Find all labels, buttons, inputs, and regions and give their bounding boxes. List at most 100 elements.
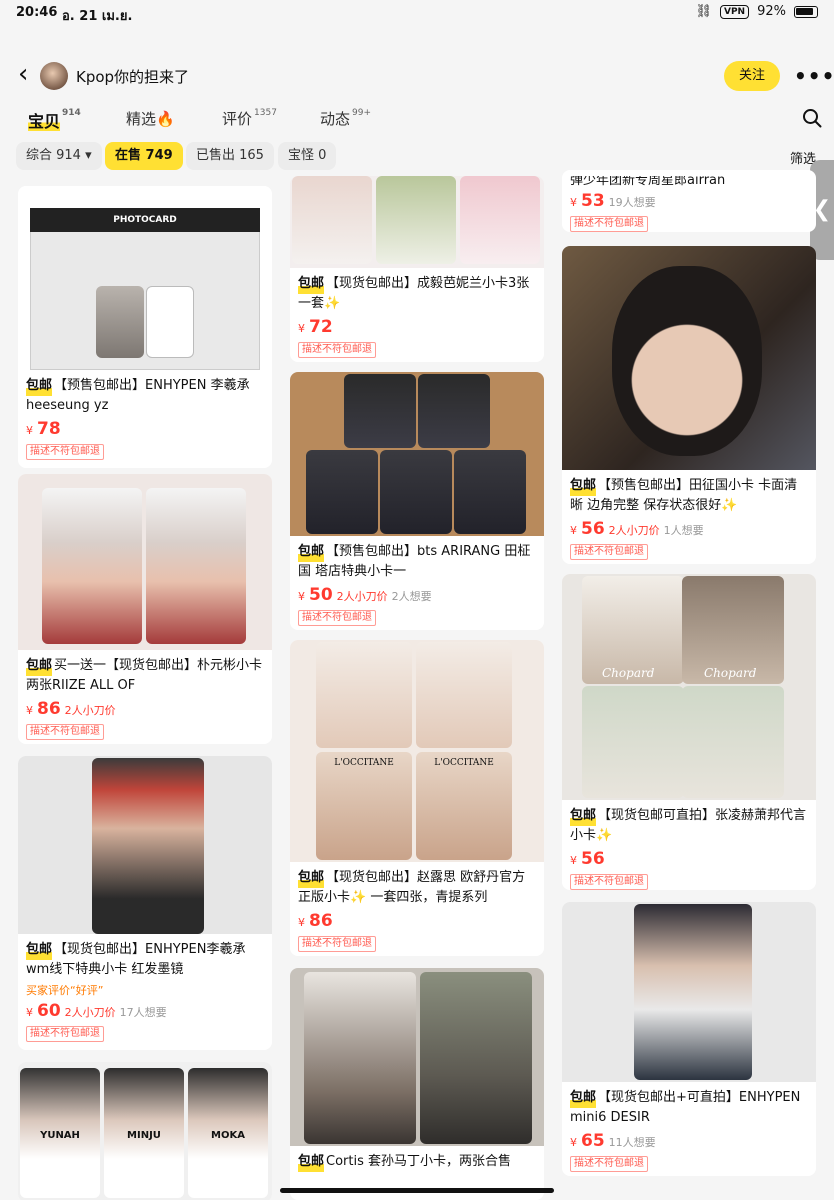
shop-title[interactable]: Kpop你的担来了 bbox=[76, 66, 189, 87]
product-image: YUNAH MINJU MOKA bbox=[18, 1062, 272, 1200]
free-shipping-tag: 包邮 bbox=[26, 656, 53, 676]
product-card[interactable]: 包邮 【预售包邮出】田征国小卡 卡面清晰 边角完整 保存状态很好✨ ¥56 2人小刀… bbox=[562, 246, 816, 564]
product-card[interactable]: YUNAH MINJU MOKA bbox=[18, 1062, 272, 1200]
product-price: 50 bbox=[309, 585, 333, 605]
return-notice: 描述不符包邮退 bbox=[570, 1156, 648, 1172]
card-label: YUNAH bbox=[40, 1130, 80, 1141]
want-count: 19人想要 bbox=[608, 196, 656, 209]
bargain-count: 2人小刀价 bbox=[64, 1006, 116, 1019]
tab-bar: 宝贝 914 精选🔥 评价 1357 动态 99+ bbox=[0, 104, 834, 136]
photocard-label: PHOTOCARD bbox=[30, 208, 260, 232]
want-count: 11人想要 bbox=[608, 1136, 656, 1149]
product-card[interactable]: PHOTOCARD 包邮 【预售包邮出】ENHYPEN 李羲承 heeseung … bbox=[18, 186, 272, 468]
product-image bbox=[562, 902, 816, 1082]
return-notice: 描述不符包邮退 bbox=[298, 610, 376, 626]
product-title: 【预售包邮出】bts ARIRANG 田柾国 塔店特典小卡一 bbox=[298, 544, 531, 579]
tab-items[interactable]: 宝贝 914 bbox=[28, 108, 81, 132]
more-icon[interactable]: ••• bbox=[794, 64, 834, 88]
product-image bbox=[18, 474, 272, 650]
product-card[interactable]: 包邮 【现货包邮出】ENHYPEN李羲承wm线下特典小卡 红发墨镜 买家评价“好评… bbox=[18, 756, 272, 1050]
product-card[interactable]: 包邮 Cortis 套孙马丁小卡，两张合售 bbox=[290, 968, 544, 1200]
free-shipping-tag: 包邮 bbox=[298, 274, 325, 294]
filter-sold[interactable]: 已售出 165 bbox=[186, 142, 274, 170]
want-count: 17人想要 bbox=[119, 1006, 167, 1019]
battery-percent: 92% bbox=[757, 4, 786, 19]
battery-icon bbox=[794, 5, 818, 18]
buyer-review: 买家评价“好评” bbox=[26, 984, 104, 997]
return-notice: 描述不符包邮退 bbox=[26, 1026, 104, 1042]
product-price: 56 bbox=[581, 849, 605, 869]
free-shipping-tag: 包邮 bbox=[570, 1088, 597, 1108]
follow-button[interactable]: 关注 bbox=[724, 61, 780, 91]
product-price: 72 bbox=[309, 317, 333, 337]
home-indicator[interactable] bbox=[280, 1188, 554, 1193]
product-card[interactable]: 包邮 【预售包邮出】bts ARIRANG 田柾国 塔店特典小卡一 ¥50 2人小刀… bbox=[290, 372, 544, 630]
product-image: L'OCCITANE L'OCCITANE bbox=[290, 640, 544, 862]
tab-reviews[interactable]: 评价 1357 bbox=[222, 108, 277, 129]
bargain-count: 2人小刀价 bbox=[336, 590, 388, 603]
bargain-count: 2人小刀价 bbox=[64, 704, 116, 717]
return-notice: 描述不符包邮退 bbox=[26, 724, 104, 740]
filter-bar: 综合 914 ▾ 在售 749 已售出 165 宝怪 0 筛选 bbox=[0, 142, 834, 172]
want-count: 2人想要 bbox=[391, 590, 432, 603]
product-image bbox=[18, 756, 272, 934]
free-shipping-tag: 包邮 bbox=[298, 868, 325, 888]
product-title: Cortis 套孙马丁小卡，两张合售 bbox=[326, 1154, 512, 1169]
return-notice: 描述不符包邮退 bbox=[298, 936, 376, 952]
chevron-left-icon[interactable]: ‹ bbox=[18, 61, 28, 87]
want-count: 1人想要 bbox=[663, 524, 704, 537]
return-notice: 描述不符包邮退 bbox=[26, 444, 104, 460]
brand-label: L'OCCITANE bbox=[434, 758, 494, 768]
free-shipping-tag: 包邮 bbox=[26, 940, 53, 960]
product-image: Chopard Chopard bbox=[562, 574, 816, 800]
card-label: MOKA bbox=[211, 1130, 245, 1141]
free-shipping-tag: 包邮 bbox=[298, 1152, 325, 1172]
fire-icon: 🔥 bbox=[156, 110, 175, 128]
status-indicators: ⛓ VPN 92% bbox=[695, 4, 818, 19]
status-date: อ. 21 เม.ย. bbox=[62, 9, 133, 24]
return-notice: 描述不符包邮退 bbox=[570, 216, 648, 232]
brand-label: Chopard bbox=[704, 666, 757, 680]
product-card[interactable]: Chopard Chopard 包邮 【现货包邮可直拍】张凌赫萧邦代言小卡✨ ¥5… bbox=[562, 574, 816, 890]
product-price: 65 bbox=[581, 1131, 605, 1151]
product-card[interactable]: 弹少年团新专周星郎airran ¥53 19人想要 描述不符包邮退 bbox=[562, 170, 816, 232]
product-image bbox=[562, 246, 816, 470]
bargain-count: 2人小刀价 bbox=[608, 524, 660, 537]
brand-label: Chopard bbox=[602, 666, 655, 680]
product-title: 【现货包邮出】ENHYPEN李羲承wm线下特典小卡 红发墨镜 bbox=[26, 942, 246, 977]
product-price: 86 bbox=[309, 911, 333, 931]
product-image: PHOTOCARD bbox=[18, 186, 272, 370]
filter-sort[interactable]: 综合 914 ▾ bbox=[16, 142, 102, 170]
return-notice: 描述不符包邮退 bbox=[298, 342, 376, 358]
product-price: 78 bbox=[37, 419, 61, 439]
product-title: 【现货包邮可直拍】张凌赫萧邦代言小卡✨ bbox=[570, 808, 807, 843]
product-price: 60 bbox=[37, 1001, 61, 1021]
product-title: 【预售包邮出】ENHYPEN 李羲承 heeseung yz bbox=[26, 378, 250, 413]
tab-featured[interactable]: 精选🔥 bbox=[126, 108, 175, 129]
product-title: 【预售包邮出】田征国小卡 卡面清晰 边角完整 保存状态很好✨ bbox=[570, 478, 798, 513]
product-image bbox=[290, 176, 544, 268]
avatar[interactable] bbox=[40, 62, 68, 90]
product-card[interactable]: L'OCCITANE L'OCCITANE 包邮 【现货包邮出】赵露思 欧舒丹官方… bbox=[290, 640, 544, 956]
product-title: 弹少年团新专周星郎airran bbox=[570, 176, 726, 188]
shop-header: ‹ Kpop你的担来了 关注 ••• bbox=[0, 50, 834, 100]
filter-on-sale[interactable]: 在售 749 bbox=[105, 142, 183, 170]
tab-updates[interactable]: 动态 99+ bbox=[320, 108, 371, 129]
link-icon: ⛓ bbox=[695, 4, 712, 19]
free-shipping-tag: 包邮 bbox=[570, 476, 597, 496]
product-card[interactable]: 包邮 【现货包邮出】成毅芭妮兰小卡3张一套✨ ¥72 描述不符包邮退 bbox=[290, 176, 544, 362]
product-image bbox=[290, 372, 544, 536]
vpn-badge: VPN bbox=[720, 4, 750, 19]
product-card[interactable]: 包邮 买一送一【现货包邮出】朴元彬小卡两张RIIZE ALL OF ¥86 2人小刀… bbox=[18, 474, 272, 744]
search-icon[interactable] bbox=[802, 108, 822, 128]
product-card[interactable]: 包邮 【现货包邮出+可直拍】ENHYPEN mini6 DESIR ¥65 11人想… bbox=[562, 902, 816, 1176]
free-shipping-tag: 包邮 bbox=[298, 542, 325, 562]
filter-other[interactable]: 宝怪 0 bbox=[278, 142, 337, 170]
product-image bbox=[290, 968, 544, 1146]
free-shipping-tag: 包邮 bbox=[570, 806, 597, 826]
status-bar: 20:46 อ. 21 เม.ย. ⛓ VPN 92% bbox=[0, 0, 834, 24]
product-title: 【现货包邮出+可直拍】ENHYPEN mini6 DESIR bbox=[570, 1090, 801, 1125]
product-title: 【现货包邮出】赵露思 欧舒丹官方正版小卡✨ 一套四张，青提系列 bbox=[298, 870, 526, 905]
product-price: 86 bbox=[37, 699, 61, 719]
brand-label: L'OCCITANE bbox=[334, 758, 394, 768]
